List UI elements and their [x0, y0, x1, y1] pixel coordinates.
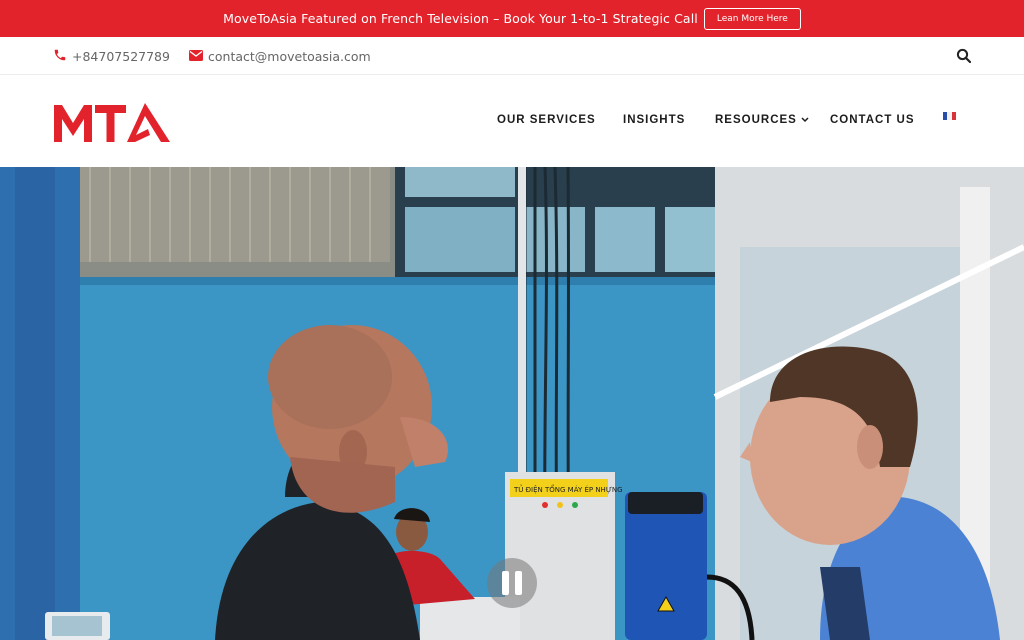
nav-resources-label: RESOURCES	[715, 114, 797, 126]
email-link[interactable]: contact@movetoasia.com	[189, 37, 371, 75]
phone-link[interactable]: +84707527789	[53, 37, 170, 75]
phone-number: +84707527789	[72, 48, 170, 64]
search-button[interactable]	[956, 48, 972, 64]
contact-bar: +84707527789 contact@movetoasia.com	[0, 37, 1024, 75]
video-pause-button[interactable]	[487, 558, 537, 608]
chevron-down-icon	[801, 117, 809, 123]
email-address: contact@movetoasia.com	[208, 48, 371, 64]
pause-icon-bar	[515, 571, 522, 595]
nav-insights[interactable]: INSIGHTS	[623, 114, 685, 126]
mta-logo	[54, 103, 170, 142]
site-header: OUR SERVICES INSIGHTS RESOURCES CONTACT …	[0, 75, 1024, 167]
nav-contact-us[interactable]: CONTACT US	[830, 114, 915, 126]
announcement-text: MoveToAsia Featured on French Television…	[223, 11, 698, 26]
search-icon	[956, 48, 972, 64]
nav-resources[interactable]: RESOURCES	[715, 114, 809, 126]
cabinet-sign-text: TỦ ĐIỆN TỔNG MÁY ÉP NHỰNG	[513, 484, 623, 494]
hero-video[interactable]: TỦ ĐIỆN TỔNG MÁY ÉP NHỰNG	[0, 167, 1024, 640]
envelope-icon	[189, 49, 203, 64]
announcement-bar: MoveToAsia Featured on French Television…	[0, 0, 1024, 37]
logo[interactable]	[52, 101, 172, 145]
phone-icon	[53, 48, 67, 65]
france-flag-icon[interactable]	[943, 112, 956, 120]
pause-icon	[502, 571, 509, 595]
nav-our-services[interactable]: OUR SERVICES	[497, 114, 596, 126]
learn-more-button[interactable]: Lean More Here	[703, 7, 801, 30]
